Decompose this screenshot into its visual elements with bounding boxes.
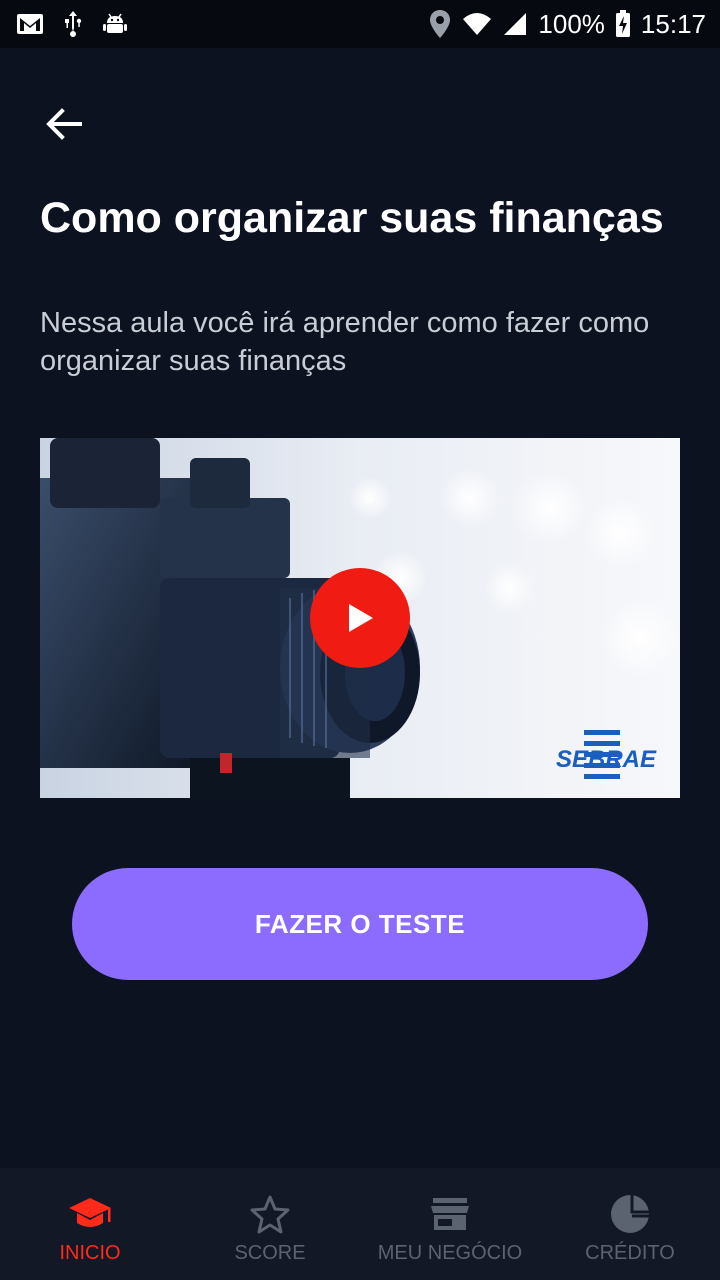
play-button[interactable] (310, 568, 410, 668)
video-player[interactable]: SEBRAE (40, 438, 680, 798)
battery-charging-icon (615, 10, 631, 38)
back-button[interactable] (40, 100, 88, 148)
nav-label: SCORE (234, 1242, 306, 1264)
star-icon (248, 1192, 292, 1236)
pie-chart-icon (608, 1192, 652, 1236)
nav-label: INICIO (59, 1242, 121, 1264)
sebrae-logo-text: SEBRAE (555, 746, 656, 773)
page-subtitle: Nessa aula você irá aprender como fazer … (40, 307, 650, 377)
bottom-navigation: INICIO SCORE MEU NEGÓCIO CRÉDITO (0, 1168, 720, 1280)
location-icon (428, 8, 452, 40)
nav-label: CRÉDITO (585, 1242, 675, 1264)
nav-item-meu-negocio[interactable]: MEU NEGÓCIO (360, 1168, 540, 1280)
battery-percent: 100% (538, 8, 605, 39)
gmail-icon (16, 13, 44, 35)
page-title: Como organizar suas finanças (40, 194, 664, 242)
usb-icon (62, 10, 84, 38)
signal-icon (502, 11, 528, 37)
take-test-button[interactable]: FAZER O TESTE (72, 868, 648, 980)
status-left (16, 10, 128, 38)
nav-item-score[interactable]: SCORE (180, 1168, 360, 1280)
graduation-cap-icon (68, 1192, 112, 1236)
play-icon (349, 604, 373, 632)
android-icon (102, 11, 128, 37)
store-icon (428, 1192, 472, 1236)
wifi-icon (462, 11, 492, 37)
status-bar: 100% 15:17 (0, 0, 720, 48)
status-right: 100% 15:17 (428, 8, 706, 40)
arrow-left-icon (46, 108, 82, 140)
nav-item-credito[interactable]: CRÉDITO (540, 1168, 720, 1280)
clock: 15:17 (640, 8, 706, 39)
nav-item-inicio[interactable]: INICIO (0, 1168, 180, 1280)
sebrae-logo: SEBRAE (555, 730, 656, 779)
nav-label: MEU NEGÓCIO (377, 1242, 523, 1264)
